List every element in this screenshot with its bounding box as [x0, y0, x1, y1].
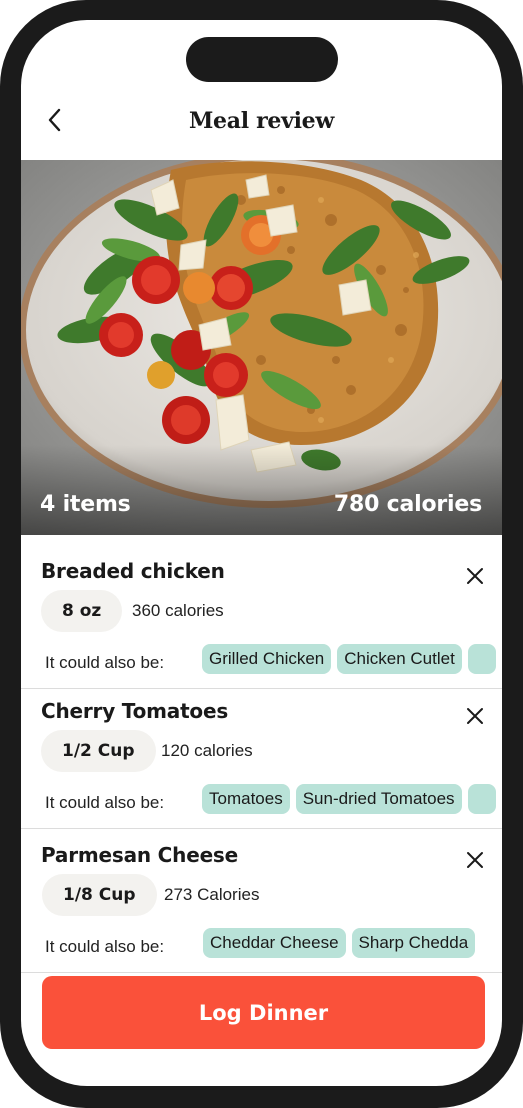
remove-item-button[interactable] — [460, 845, 490, 875]
item-calories: 120 calories — [161, 741, 253, 760]
close-icon — [467, 852, 483, 868]
divider — [21, 972, 502, 973]
divider — [21, 828, 502, 829]
app-screen: Meal review 4 items 780 calories Breaded… — [21, 20, 502, 1086]
page-title: Meal review — [189, 108, 334, 134]
alternative-chip[interactable]: Sharp Chedda — [351, 928, 476, 958]
alternative-chip[interactable]: Sun-dried Tomatoes — [295, 784, 462, 814]
alternatives-label: It could also be: — [45, 793, 165, 812]
log-dinner-button[interactable]: Log Dinner — [42, 976, 485, 1049]
alternative-chip[interactable] — [467, 644, 496, 674]
portion-selector[interactable]: 1/2 Cup — [41, 730, 156, 772]
close-icon — [467, 708, 483, 724]
meal-photo: 4 items 780 calories — [21, 160, 502, 535]
alternatives-label: It could also be: — [45, 653, 165, 672]
photo-gradient-overlay — [21, 445, 502, 535]
alternative-chip[interactable]: Tomatoes — [202, 784, 290, 814]
item-calories: 273 Calories — [164, 885, 260, 904]
alternatives-list: Grilled Chicken Chicken Cutlet — [202, 644, 496, 674]
camera-notch — [186, 37, 338, 82]
portion-selector[interactable]: 8 oz — [41, 590, 123, 632]
food-name: Breaded chicken — [41, 559, 225, 583]
alternatives-list: Tomatoes Sun-dried Tomatoes — [202, 784, 496, 814]
alternatives-list: Cheddar Cheese Sharp Chedda — [203, 928, 476, 958]
close-icon — [467, 568, 483, 584]
food-item-breaded-chicken: Breaded chicken 8 oz 360 calories It cou… — [21, 547, 502, 687]
portion-selector[interactable]: 1/8 Cup — [42, 874, 157, 916]
food-name: Cherry Tomatoes — [41, 699, 229, 723]
alternative-chip[interactable]: Grilled Chicken — [202, 644, 332, 674]
alternatives-label: It could also be: — [45, 937, 165, 956]
food-name: Parmesan Cheese — [41, 843, 239, 867]
item-calories: 360 calories — [132, 601, 224, 620]
food-item-cherry-tomatoes: Cherry Tomatoes 1/2 Cup 120 calories It … — [21, 687, 502, 827]
remove-item-button[interactable] — [460, 701, 490, 731]
remove-item-button[interactable] — [460, 561, 490, 591]
food-item-parmesan-cheese: Parmesan Cheese 1/8 Cup 273 Calories It … — [21, 831, 502, 971]
header-bar: Meal review — [21, 90, 502, 156]
items-count: 4 items — [40, 492, 131, 517]
alternative-chip[interactable]: Chicken Cutlet — [337, 644, 462, 674]
total-calories: 780 calories — [333, 492, 482, 517]
alternative-chip[interactable]: Cheddar Cheese — [203, 928, 346, 958]
alternative-chip[interactable] — [467, 784, 496, 814]
